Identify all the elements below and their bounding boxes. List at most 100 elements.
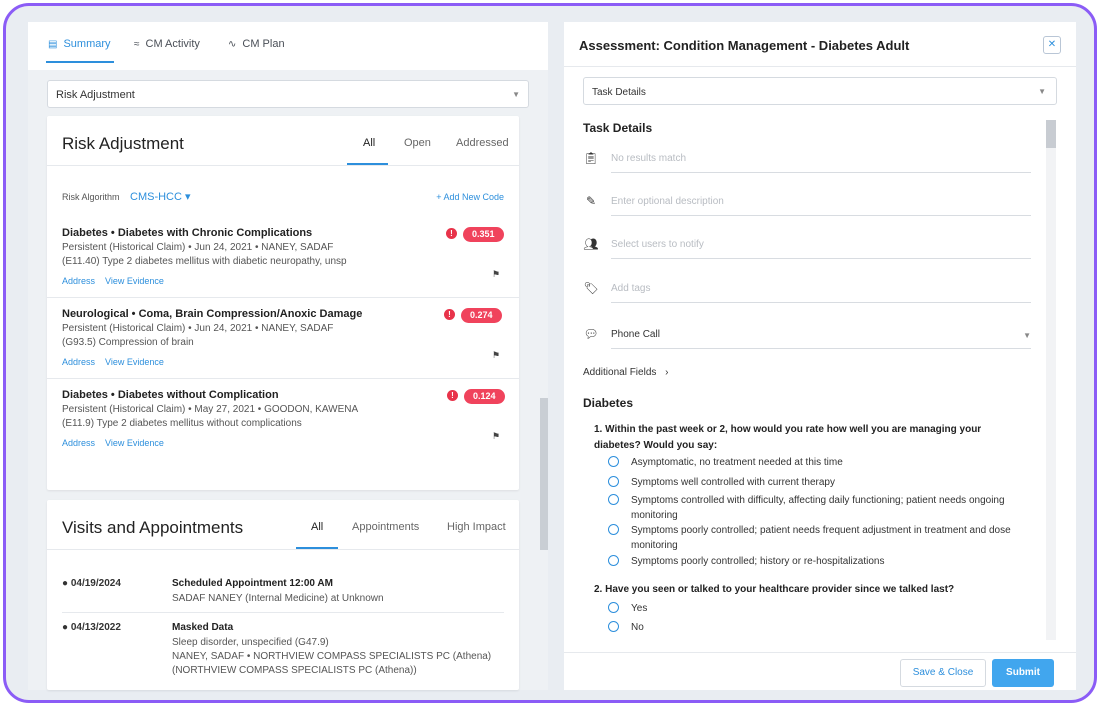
risk-score-badge: 0.274 <box>461 308 502 323</box>
section-select[interactable]: Risk Adjustment ▼ <box>47 80 529 108</box>
description-input[interactable]: Enter optional description <box>611 186 1031 216</box>
tags-field-row: 🏷︎ Add tags <box>583 273 1031 303</box>
address-link[interactable]: Address <box>62 357 95 367</box>
radio-button[interactable] <box>608 476 619 487</box>
risk-item-title: Neurological • Coma, Brain Compression/A… <box>62 308 363 320</box>
tab-bar: ▤ Summary ≈ CM Activity ∿ CM Plan <box>28 22 548 70</box>
users-icon: 👥︎ <box>583 237 599 251</box>
visit-title: Masked Data <box>172 622 234 633</box>
flag-icon[interactable]: ⚑ <box>492 350 500 361</box>
tags-input[interactable]: Add tags <box>611 273 1031 303</box>
risk-subtab-addressed[interactable]: Addressed <box>456 137 509 149</box>
chevron-down-icon: ▼ <box>512 90 520 99</box>
risk-item-source: Persistent (Historical Claim) • May 27, … <box>62 404 359 415</box>
alert-icon: ! <box>447 390 458 401</box>
tab-cm-plan[interactable]: ∿ CM Plan <box>228 38 285 50</box>
visits-card-title: Visits and Appointments <box>62 518 244 537</box>
divider <box>62 612 504 613</box>
tab-summary[interactable]: ▤ Summary <box>48 38 111 50</box>
chevron-down-icon: ▼ <box>1023 331 1031 340</box>
radio-button[interactable] <box>608 524 619 535</box>
visits-subtab-high-impact[interactable]: High Impact <box>447 521 506 533</box>
app-frame: ▤ Summary ≈ CM Activity ∿ CM Plan Risk A… <box>3 3 1097 703</box>
radio-button[interactable] <box>608 621 619 632</box>
task-details-select[interactable]: Task Details ▼ <box>583 77 1057 105</box>
notify-field-row: 👥︎ Select users to notify <box>583 229 1031 259</box>
risk-item-title: Diabetes • Diabetes without Complication <box>62 389 279 401</box>
risk-item-source: Persistent (Historical Claim) • Jun 24, … <box>62 323 334 334</box>
diabetes-heading: Diabetes <box>583 396 634 410</box>
contact-type-select[interactable]: Phone Call ▼ <box>611 319 1031 349</box>
risk-subtab-all[interactable]: All <box>363 137 375 149</box>
task-details-heading: Task Details <box>583 121 653 135</box>
task-template-input[interactable]: No results match <box>611 143 1031 173</box>
activity-icon: ≈ <box>134 38 140 50</box>
risk-subtab-open[interactable]: Open <box>404 137 431 149</box>
tag-icon: 🏷︎ <box>583 281 599 295</box>
risk-adjustment-card: Risk Adjustment All Open Addressed Risk … <box>47 116 519 490</box>
task-field-row: 📋︎ No results match <box>583 143 1031 173</box>
chevron-down-icon: ▼ <box>1038 87 1046 96</box>
visit-date: ● 04/13/2022 <box>62 622 121 633</box>
address-link[interactable]: Address <box>62 438 95 448</box>
description-field-row: ✎ Enter optional description <box>583 186 1031 216</box>
add-new-code-link[interactable]: + Add New Code <box>436 192 504 202</box>
submit-button[interactable]: Submit <box>992 659 1054 687</box>
visits-card: Visits and Appointments All Appointments… <box>47 500 519 690</box>
divider <box>47 378 519 379</box>
save-and-close-button[interactable]: Save & Close <box>900 659 986 687</box>
scrollbar-thumb[interactable] <box>1046 120 1056 148</box>
question-2: 2. Have you seen or talked to your healt… <box>594 584 955 595</box>
chat-icon: 💬︎ <box>583 327 599 341</box>
visits-subtab-all[interactable]: All <box>311 521 323 533</box>
notify-users-input[interactable]: Select users to notify <box>611 229 1031 259</box>
risk-item: Diabetes • Diabetes with Chronic Complic… <box>62 227 504 291</box>
question-1: 1. Within the past week or 2, how would … <box>594 424 982 451</box>
divider <box>47 549 519 550</box>
scrollbar[interactable] <box>1046 120 1056 640</box>
visit-detail: NANEY, SADAF • NORTHVIEW COMPASS SPECIAL… <box>172 651 492 662</box>
flag-icon[interactable]: ⚑ <box>492 431 500 442</box>
visits-subtab-appointments[interactable]: Appointments <box>352 521 419 533</box>
address-link[interactable]: Address <box>62 276 95 286</box>
plan-icon: ∿ <box>228 38 237 50</box>
summary-panel: ▤ Summary ≈ CM Activity ∿ CM Plan Risk A… <box>28 22 548 690</box>
active-tab-indicator <box>46 61 114 63</box>
risk-score-badge: 0.124 <box>464 389 505 404</box>
risk-item: Neurological • Coma, Brain Compression/A… <box>62 308 502 372</box>
pencil-icon: ✎ <box>585 194 597 208</box>
additional-fields-toggle[interactable]: Additional Fields › <box>583 367 669 378</box>
radio-button[interactable] <box>608 602 619 613</box>
visit-detail: Sleep disorder, unspecified (G47.9) <box>172 637 329 648</box>
close-button[interactable]: ✕ <box>1043 36 1061 54</box>
divider <box>564 66 1076 67</box>
tab-cm-activity[interactable]: ≈ CM Activity <box>134 38 200 50</box>
contact-type-row: 💬︎ Phone Call ▼ <box>583 319 1031 349</box>
visit-date: ● 04/19/2024 <box>62 578 121 589</box>
risk-algorithm-select[interactable]: CMS-HCC ▾ <box>130 190 191 203</box>
view-evidence-link[interactable]: View Evidence <box>105 357 164 367</box>
radio-button[interactable] <box>608 555 619 566</box>
risk-card-title: Risk Adjustment <box>62 134 184 153</box>
risk-item-diagnosis: (G93.5) Compression of brain <box>62 337 194 348</box>
clipboard-icon: 📋︎ <box>583 151 599 165</box>
assessment-panel: Assessment: Condition Management - Diabe… <box>564 22 1076 690</box>
divider <box>564 652 1076 653</box>
view-evidence-link[interactable]: View Evidence <box>105 438 164 448</box>
radio-button[interactable] <box>608 494 619 505</box>
chevron-right-icon: › <box>665 367 669 378</box>
scrollbar-thumb[interactable] <box>540 398 548 550</box>
risk-item: Diabetes • Diabetes without Complication… <box>62 389 505 453</box>
visit-detail: SADAF NANEY (Internal Medicine) at Unkno… <box>172 593 384 604</box>
risk-item-diagnosis: (E11.9) Type 2 diabetes mellitus without… <box>62 418 302 429</box>
risk-item-source: Persistent (Historical Claim) • Jun 24, … <box>62 242 334 253</box>
radio-button[interactable] <box>608 456 619 467</box>
flag-icon[interactable]: ⚑ <box>492 269 500 280</box>
close-icon: ✕ <box>1047 39 1057 50</box>
visit-title: Scheduled Appointment 12:00 AM <box>172 578 333 589</box>
alert-icon: ! <box>446 228 457 239</box>
risk-score-badge: 0.351 <box>463 227 504 242</box>
risk-item-title: Diabetes • Diabetes with Chronic Complic… <box>62 227 313 239</box>
divider <box>47 297 519 298</box>
view-evidence-link[interactable]: View Evidence <box>105 276 164 286</box>
